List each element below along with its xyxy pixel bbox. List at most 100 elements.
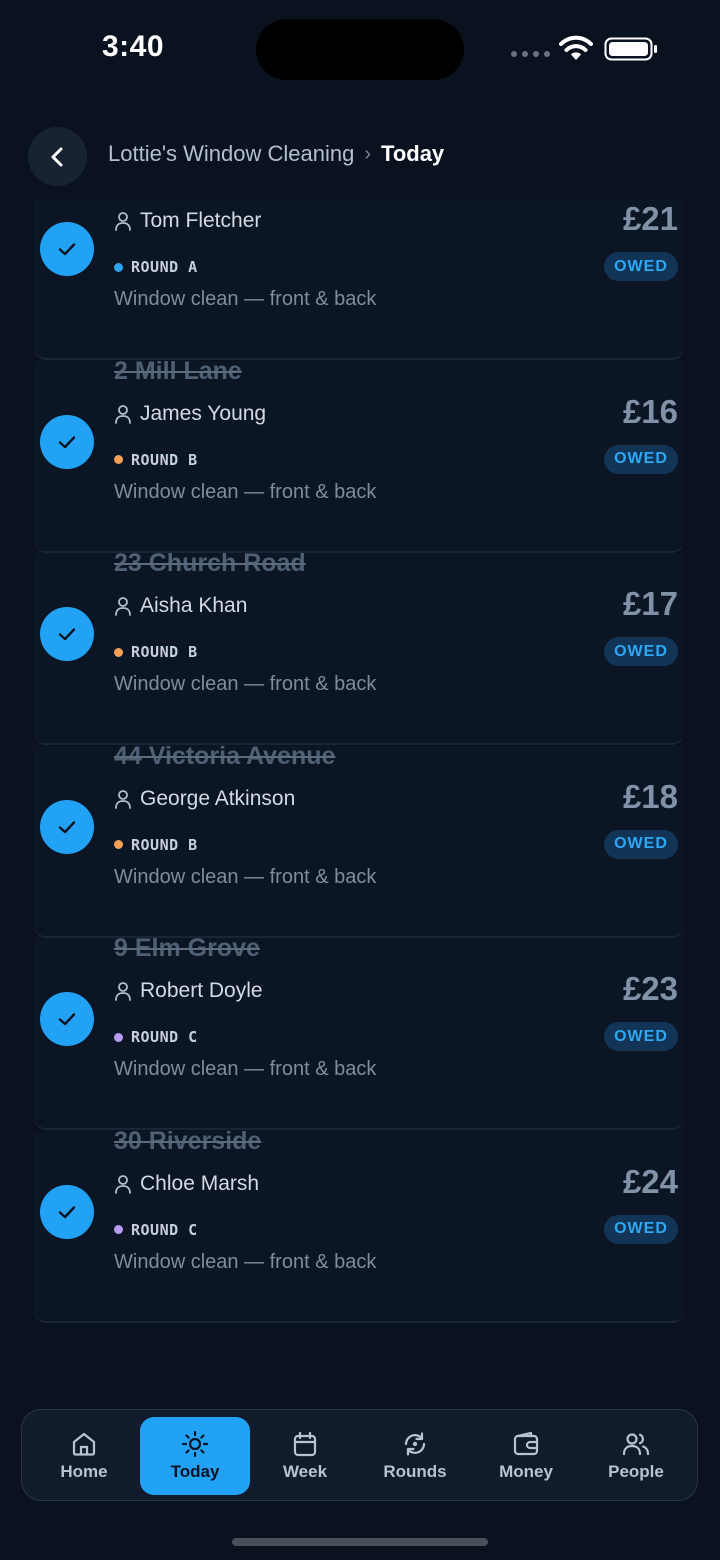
round-color-dot <box>114 455 123 464</box>
job-customer: Aisha Khan <box>114 594 247 618</box>
tab-label: Money <box>499 1462 553 1481</box>
tab-label: Today <box>170 1462 220 1481</box>
calendar-icon <box>293 1431 317 1457</box>
person-icon <box>115 789 131 809</box>
job-address: 30 Riverside <box>114 1126 262 1155</box>
customer-name: Tom Fletcher <box>140 209 262 232</box>
customer-name: James Young <box>140 401 267 425</box>
job-description: Window clean — front & back <box>114 480 377 503</box>
customer-name: Robert Doyle <box>140 979 263 1002</box>
completed-check-button[interactable] <box>40 222 94 276</box>
job-card[interactable]: 2 Mill Lane James Young ROUND B Window c… <box>34 357 684 553</box>
check-icon <box>58 820 76 833</box>
check-icon <box>58 1205 76 1218</box>
check-icon <box>58 243 76 256</box>
tab-label: Week <box>282 1462 328 1481</box>
round-name: ROUND B <box>131 450 198 469</box>
job-card[interactable]: 23 Church Road Aisha Khan ROUND B Window… <box>34 549 684 745</box>
job-address: 9 Elm Grove <box>114 934 260 962</box>
chevron-left-icon <box>51 147 62 166</box>
completed-check-button[interactable] <box>40 1184 94 1239</box>
round-label: ROUND C <box>114 1221 198 1239</box>
home-indicator[interactable] <box>232 1538 488 1546</box>
tab-money[interactable]: Money <box>471 1417 581 1495</box>
tab-label: Home <box>60 1462 108 1481</box>
tab-home[interactable]: Home <box>29 1417 139 1495</box>
round-name: ROUND C <box>131 1028 198 1046</box>
completed-check-button[interactable] <box>40 992 94 1046</box>
status-badge: OWED <box>604 637 678 666</box>
check-icon <box>58 435 76 448</box>
job-description: Window clean — front & back <box>114 673 377 695</box>
dynamic-island <box>256 19 464 80</box>
breadcrumb: Lottie's Window Cleaning › Today <box>108 141 444 167</box>
job-card[interactable]: 44 Victoria Avenue George Atkinson ROUND… <box>34 742 684 938</box>
job-description: Window clean — front & back <box>114 1250 377 1273</box>
wallet-icon <box>513 1431 539 1456</box>
tab-today[interactable]: Today <box>140 1417 250 1495</box>
job-customer: Tom Fletcher <box>114 209 261 233</box>
tab-label: Rounds <box>383 1462 447 1481</box>
check-icon <box>58 1013 76 1026</box>
round-name: ROUND A <box>131 258 198 276</box>
person-icon <box>115 982 131 1001</box>
round-name: ROUND B <box>131 643 198 661</box>
person-icon <box>115 597 131 616</box>
job-amount: £16 <box>622 392 678 430</box>
round-color-dot <box>114 262 123 272</box>
tab-week[interactable]: Week <box>250 1417 360 1495</box>
status-time: 3:40 <box>102 30 165 63</box>
job-amount: £18 <box>622 777 678 815</box>
job-customer: George Atkinson <box>114 787 295 811</box>
tab-rounds[interactable]: Rounds <box>360 1417 470 1495</box>
job-description: Window clean — front & back <box>114 288 377 310</box>
breadcrumb-parent[interactable]: Lottie's Window Cleaning <box>108 141 354 167</box>
round-label: ROUND C <box>114 1028 198 1046</box>
customer-name: George Atkinson <box>140 786 296 810</box>
status-badge: OWED <box>604 829 678 859</box>
round-label: ROUND B <box>114 643 198 661</box>
status-badge: OWED <box>604 1022 678 1051</box>
status-badge: OWED <box>604 1214 678 1244</box>
job-list: 37 Station Road Tom Fletcher ROUND A Win… <box>0 190 720 1330</box>
completed-check-button[interactable] <box>40 414 94 469</box>
home-icon <box>72 1432 96 1456</box>
job-address: 2 Mill Lane <box>114 356 242 385</box>
battery-icon <box>604 37 657 61</box>
job-customer: Chloe Marsh <box>114 1172 259 1196</box>
page-title: Today <box>381 141 445 166</box>
job-card[interactable]: 9 Elm Grove Robert Doyle ROUND C Window … <box>34 934 684 1130</box>
job-card[interactable]: 37 Station Road Tom Fletcher ROUND A Win… <box>34 190 684 360</box>
status-bar: 3:40 <box>0 0 720 100</box>
people-icon <box>622 1433 650 1456</box>
round-label: ROUND A <box>114 258 198 276</box>
job-address: 44 Victoria Avenue <box>114 741 336 770</box>
check-icon <box>58 628 76 641</box>
job-address: 23 Church Road <box>114 549 306 577</box>
job-amount: £21 <box>622 200 678 237</box>
tab-label: People <box>608 1462 664 1481</box>
refresh-icon <box>404 1432 426 1456</box>
round-color-dot <box>114 647 123 657</box>
person-icon <box>115 404 131 424</box>
bottom-tab-bar: Home Today Week Rounds Money People <box>21 1409 698 1501</box>
back-button[interactable] <box>28 127 87 186</box>
tab-people[interactable]: People <box>581 1417 691 1495</box>
job-amount: £17 <box>622 585 678 622</box>
completed-check-button[interactable] <box>40 607 94 661</box>
customer-name: Aisha Khan <box>140 594 248 617</box>
status-badge: OWED <box>604 252 678 281</box>
person-icon <box>115 212 131 231</box>
job-card[interactable]: 30 Riverside Chloe Marsh ROUND C Window … <box>34 1127 684 1323</box>
wifi-icon <box>559 35 593 60</box>
completed-check-button[interactable] <box>40 799 94 854</box>
job-customer: James Young <box>114 402 266 426</box>
job-customer: Robert Doyle <box>114 979 263 1003</box>
job-description: Window clean — front & back <box>114 865 377 888</box>
round-label: ROUND B <box>114 836 198 854</box>
round-color-dot <box>114 1225 123 1234</box>
round-color-dot <box>114 840 123 849</box>
customer-name: Chloe Marsh <box>140 1171 260 1195</box>
job-amount: £24 <box>622 1162 678 1200</box>
job-description: Window clean — front & back <box>114 1058 377 1080</box>
